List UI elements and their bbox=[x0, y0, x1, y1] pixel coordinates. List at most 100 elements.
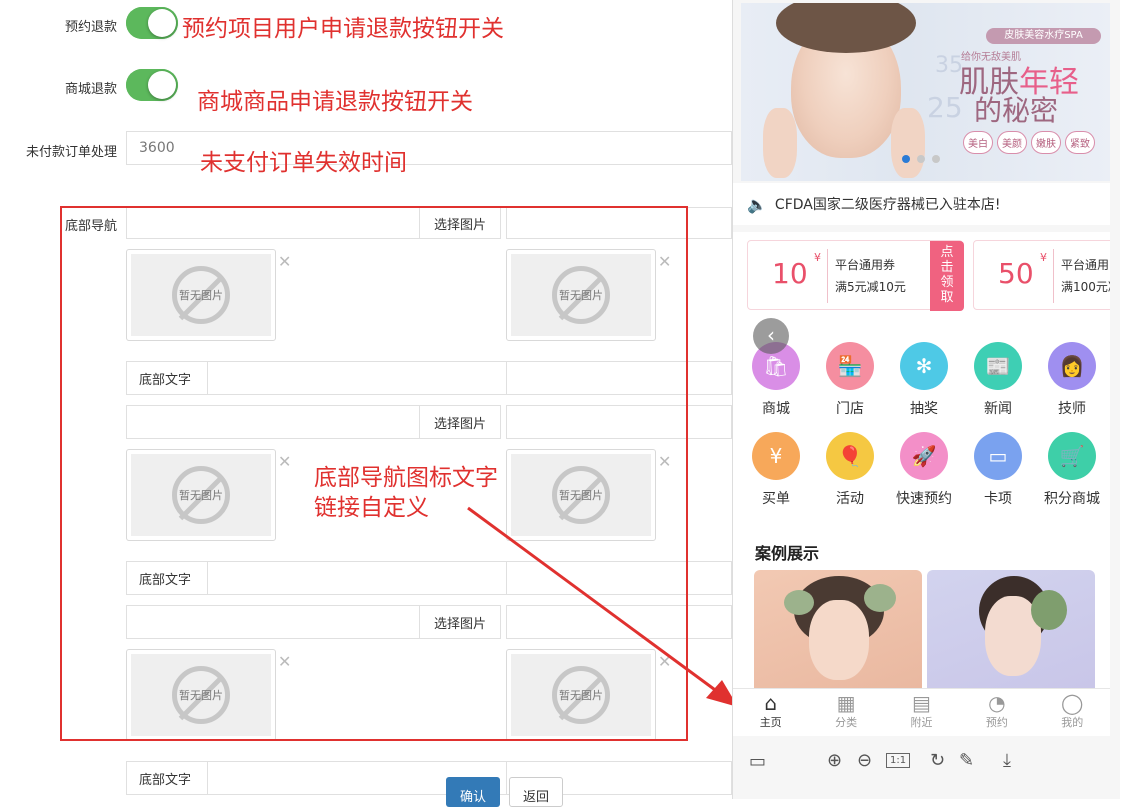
booking-refund-toggle[interactable] bbox=[126, 7, 178, 39]
coupon-currency: ¥ bbox=[1040, 251, 1047, 264]
no-image-icon: 暂无图片 bbox=[172, 466, 230, 524]
rotate-icon[interactable]: ↻ bbox=[930, 750, 945, 771]
grid-item[interactable]: 🏪 门店 bbox=[813, 342, 887, 418]
tab-home[interactable]: ⌂ 主页 bbox=[734, 692, 808, 736]
close-icon[interactable]: ✕ bbox=[278, 452, 291, 471]
grid-item[interactable]: 👩 技师 bbox=[1035, 342, 1109, 418]
banner-number: 25 bbox=[927, 91, 963, 124]
bottom-nav-label: 底部导航 bbox=[64, 219, 117, 234]
coupon-card[interactable]: 50 ¥ 平台通用 满100元减 bbox=[973, 240, 1110, 310]
coupon-condition: 满100元减 bbox=[1061, 280, 1110, 294]
nav-image-url-input[interactable] bbox=[126, 207, 420, 239]
download-icon[interactable]: ⤓ bbox=[1003, 750, 1011, 771]
coupon-amount: 50 bbox=[998, 257, 1034, 290]
grid-item-label: 快速预约 bbox=[896, 491, 952, 507]
nav-image-thumbnail[interactable]: 暂无图片 bbox=[126, 249, 276, 341]
phone-preview: 35 25 皮肤美容水疗SPA 给你无敌美肌 肌肤年轻 的秘密 美白 美颜 嫩肤… bbox=[732, 0, 1120, 799]
confirm-button[interactable]: 确认 bbox=[446, 777, 500, 807]
clock-icon: ◔ bbox=[988, 691, 1006, 715]
bottom-tab-bar: ⌂ 主页 ▦ 分类 ▤ 附近 ◔ 预约 ◯ 我的 bbox=[733, 688, 1110, 736]
grid-item[interactable]: ▭ 卡项 bbox=[961, 432, 1035, 508]
grid-item[interactable]: ¥ 买单 bbox=[739, 432, 813, 508]
bottom-text-input[interactable] bbox=[506, 361, 732, 395]
grid-item-label: 积分商城 bbox=[1044, 491, 1100, 507]
close-icon[interactable]: ✕ bbox=[278, 252, 291, 271]
coupon-card[interactable]: 10 ¥ 平台通用券 满5元减10元 点击领取 bbox=[747, 240, 964, 311]
grid-item[interactable]: 🎈 活动 bbox=[813, 432, 887, 508]
tab-booking[interactable]: ◔ 预约 bbox=[960, 692, 1034, 736]
notice-text: CFDA国家二级医疗器械已入驻本店! bbox=[774, 197, 1001, 213]
zoom-in-icon[interactable]: ⊕ bbox=[827, 750, 842, 771]
user-icon: ◯ bbox=[1061, 691, 1084, 715]
close-icon[interactable]: ✕ bbox=[278, 652, 291, 671]
grid-item-label: 商城 bbox=[762, 401, 790, 417]
close-icon[interactable]: ✕ bbox=[658, 252, 671, 271]
chevron-left-icon[interactable]: ‹ bbox=[753, 318, 789, 354]
newspaper-icon: 📰 bbox=[974, 342, 1022, 390]
no-image-icon: 暂无图片 bbox=[172, 266, 230, 324]
banner-pager[interactable] bbox=[902, 155, 940, 163]
nav-image-thumbnail[interactable]: 暂无图片 bbox=[126, 449, 276, 541]
grid-item[interactable]: 🛍 商城 bbox=[739, 342, 813, 418]
speaker-icon: 🔈 bbox=[747, 194, 767, 214]
coupon-name: 平台通用券 bbox=[835, 258, 896, 272]
viewer-toolbar: ▭ ⊕ ⊖ 1:1 ↻ ✎ ⤓ bbox=[733, 736, 1120, 796]
coupon-condition: 满5元减10元 bbox=[835, 280, 906, 294]
grid-item-label: 技师 bbox=[1058, 401, 1086, 417]
nav-image-url-input[interactable] bbox=[506, 405, 732, 439]
lottery-wheel-icon: ✻ bbox=[900, 342, 948, 390]
bottom-text-label: 底部文字 bbox=[126, 561, 208, 595]
grid-item[interactable]: ✻ 抽奖 bbox=[887, 342, 961, 418]
bottom-text-label: 底部文字 bbox=[126, 761, 208, 795]
technician-icon: 👩 bbox=[1048, 342, 1096, 390]
claim-coupon-button[interactable]: 点击领取 bbox=[930, 241, 964, 311]
tab-nearby[interactable]: ▤ 附近 bbox=[884, 692, 958, 736]
case-image[interactable] bbox=[754, 570, 922, 688]
panel-icon[interactable]: ▭ bbox=[749, 751, 766, 772]
select-image-button[interactable]: 选择图片 bbox=[419, 207, 501, 239]
toggle-knob bbox=[148, 9, 176, 37]
nav-image-url-input[interactable] bbox=[126, 605, 420, 639]
nearby-icon: ▤ bbox=[912, 691, 931, 715]
grid-item[interactable]: 🚀 快速预约 bbox=[887, 432, 961, 508]
nav-image-url-input[interactable] bbox=[126, 405, 420, 439]
category-icon: ▦ bbox=[836, 691, 856, 715]
grid-item[interactable]: 📰 新闻 bbox=[961, 342, 1035, 418]
mall-refund-label: 商城退款 bbox=[64, 82, 117, 97]
annotation-booking-refund: 预约项目用户申请退款按钮开关 bbox=[182, 16, 504, 42]
close-icon[interactable]: ✕ bbox=[658, 452, 671, 471]
grid-item[interactable]: 🛒 积分商城 bbox=[1035, 432, 1109, 508]
notice-bar[interactable]: 🔈 CFDA国家二级医疗器械已入驻本店! bbox=[733, 183, 1110, 225]
tab-mine[interactable]: ◯ 我的 bbox=[1035, 692, 1109, 736]
nav-image-thumbnail[interactable]: 暂无图片 bbox=[506, 249, 656, 341]
banner[interactable]: 35 25 皮肤美容水疗SPA 给你无敌美肌 肌肤年轻 的秘密 美白 美颜 嫩肤… bbox=[741, 3, 1110, 181]
annotation-unpaid: 未支付订单失效时间 bbox=[200, 150, 407, 176]
annotation-arrow bbox=[467, 506, 738, 707]
nav-image-url-input[interactable] bbox=[506, 207, 732, 239]
feature-grid: ‹ 🛍 商城 🏪 门店 ✻ 抽奖 📰 新闻 👩 技师 ¥ 买单 🎈 活动 🚀 快速预约 ▭ 卡项 🛒 积分商城 bbox=[733, 316, 1110, 526]
grid-item-label: 抽奖 bbox=[910, 401, 938, 417]
grid-item-label: 门店 bbox=[836, 401, 864, 417]
case-section: 案例展示 bbox=[733, 526, 1110, 688]
card-icon: ▭ bbox=[974, 432, 1022, 480]
no-image-icon: 暂无图片 bbox=[552, 266, 610, 324]
bill-icon: ¥ bbox=[752, 432, 800, 480]
pencil-icon[interactable]: ✎ bbox=[959, 750, 974, 771]
actual-size-icon[interactable]: 1:1 bbox=[886, 753, 911, 768]
select-image-button[interactable]: 选择图片 bbox=[419, 405, 501, 439]
bottom-text-input[interactable] bbox=[207, 361, 507, 395]
nav-image-thumbnail[interactable]: 暂无图片 bbox=[126, 649, 276, 741]
balloon-icon: 🎈 bbox=[826, 432, 874, 480]
case-title: 案例展示 bbox=[755, 544, 820, 563]
tab-category[interactable]: ▦ 分类 bbox=[809, 692, 883, 736]
coupon-name: 平台通用 bbox=[1061, 258, 1110, 272]
back-button[interactable]: 返回 bbox=[509, 777, 563, 807]
annotation-mall-refund: 商城商品申请退款按钮开关 bbox=[197, 89, 473, 115]
grid-item-label: 卡项 bbox=[984, 491, 1012, 507]
banner-chips: 美白 美颜 嫩肤 紧致 bbox=[963, 131, 1095, 154]
mall-refund-toggle[interactable] bbox=[126, 69, 178, 101]
zoom-out-icon[interactable]: ⊖ bbox=[857, 750, 872, 771]
toggle-knob bbox=[148, 71, 176, 99]
store-icon: 🏪 bbox=[826, 342, 874, 390]
case-image[interactable] bbox=[927, 570, 1095, 688]
